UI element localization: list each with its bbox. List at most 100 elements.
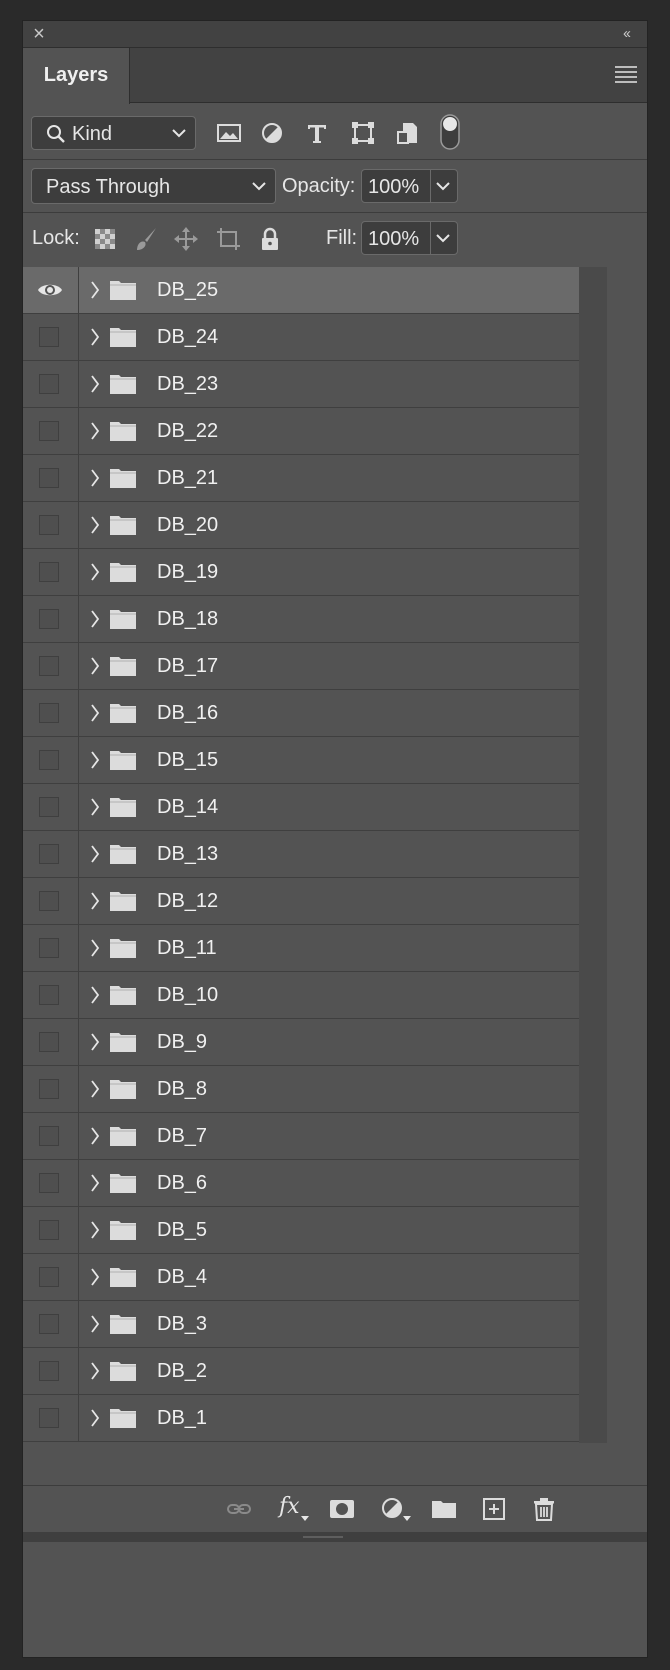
panel-menu-icon[interactable] xyxy=(615,66,637,84)
layer-name[interactable]: DB_25 xyxy=(157,279,218,302)
visibility-toggle[interactable] xyxy=(23,1254,79,1300)
shape-filter-icon[interactable] xyxy=(350,120,376,146)
layer-name[interactable]: DB_9 xyxy=(157,1031,207,1054)
layer-name[interactable]: DB_7 xyxy=(157,1125,207,1148)
adjustment-filter-icon[interactable] xyxy=(259,120,285,146)
visibility-toggle[interactable] xyxy=(23,549,79,595)
expand-group-icon[interactable] xyxy=(89,655,101,682)
layer-row[interactable]: DB_1 xyxy=(23,1395,579,1442)
expand-group-icon[interactable] xyxy=(89,1313,101,1340)
expand-group-icon[interactable] xyxy=(89,1407,101,1434)
layer-name[interactable]: DB_24 xyxy=(157,326,218,349)
layer-name[interactable]: DB_23 xyxy=(157,373,218,396)
lock-all-icon[interactable] xyxy=(257,226,283,252)
layer-name[interactable]: DB_8 xyxy=(157,1078,207,1101)
expand-group-icon[interactable] xyxy=(89,514,101,541)
expand-group-icon[interactable] xyxy=(89,1266,101,1293)
visibility-toggle[interactable] xyxy=(23,737,79,783)
visibility-toggle[interactable] xyxy=(23,596,79,642)
layer-row[interactable]: DB_19 xyxy=(23,549,579,596)
blend-mode-select[interactable]: Pass Through xyxy=(31,168,276,204)
layer-row[interactable]: DB_6 xyxy=(23,1160,579,1207)
expand-group-icon[interactable] xyxy=(89,1172,101,1199)
visibility-toggle[interactable] xyxy=(23,361,79,407)
layer-name[interactable]: DB_17 xyxy=(157,655,218,678)
expand-group-icon[interactable] xyxy=(89,1360,101,1387)
visibility-toggle[interactable] xyxy=(23,502,79,548)
expand-group-icon[interactable] xyxy=(89,984,101,1011)
tab-layers[interactable]: Layers xyxy=(23,48,130,104)
layer-row[interactable]: DB_23 xyxy=(23,361,579,408)
filter-kind-select[interactable]: Kind xyxy=(31,116,196,150)
visibility-toggle[interactable] xyxy=(23,925,79,971)
layer-name[interactable]: DB_13 xyxy=(157,843,218,866)
layers-scrollbar[interactable] xyxy=(579,267,607,1443)
type-filter-icon[interactable] xyxy=(304,120,330,146)
visibility-toggle[interactable] xyxy=(23,972,79,1018)
layer-row[interactable]: DB_8 xyxy=(23,1066,579,1113)
layer-name[interactable]: DB_3 xyxy=(157,1313,207,1336)
layer-name[interactable]: DB_20 xyxy=(157,514,218,537)
expand-group-icon[interactable] xyxy=(89,890,101,917)
layer-style-icon[interactable]: fx xyxy=(277,1492,309,1524)
expand-group-icon[interactable] xyxy=(89,1219,101,1246)
lock-artboard-icon[interactable] xyxy=(215,226,241,252)
visibility-toggle[interactable] xyxy=(23,784,79,830)
layer-name[interactable]: DB_21 xyxy=(157,467,218,490)
layer-name[interactable]: DB_22 xyxy=(157,420,218,443)
visibility-toggle[interactable] xyxy=(23,1301,79,1347)
layer-row[interactable]: DB_24 xyxy=(23,314,579,361)
layer-name[interactable]: DB_14 xyxy=(157,796,218,819)
new-layer-icon[interactable] xyxy=(480,1495,508,1523)
lock-transparent-pixels-icon[interactable] xyxy=(92,226,118,252)
visibility-toggle[interactable] xyxy=(23,408,79,454)
layer-row[interactable]: DB_5 xyxy=(23,1207,579,1254)
visibility-toggle[interactable] xyxy=(23,1066,79,1112)
lock-position-icon[interactable] xyxy=(173,226,199,252)
layer-name[interactable]: DB_12 xyxy=(157,890,218,913)
layer-row[interactable]: DB_14 xyxy=(23,784,579,831)
visibility-toggle[interactable] xyxy=(23,267,79,313)
link-layers-icon[interactable] xyxy=(225,1495,253,1523)
layer-name[interactable]: DB_6 xyxy=(157,1172,207,1195)
layer-row[interactable]: DB_10 xyxy=(23,972,579,1019)
layer-row[interactable]: DB_22 xyxy=(23,408,579,455)
expand-group-icon[interactable] xyxy=(89,608,101,635)
collapse-panel-button[interactable]: ‹‹ xyxy=(615,24,637,44)
visibility-toggle[interactable] xyxy=(23,1113,79,1159)
visibility-toggle[interactable] xyxy=(23,1348,79,1394)
expand-group-icon[interactable] xyxy=(89,561,101,588)
expand-group-icon[interactable] xyxy=(89,937,101,964)
layer-row[interactable]: DB_17 xyxy=(23,643,579,690)
expand-group-icon[interactable] xyxy=(89,279,101,306)
delete-layer-icon[interactable] xyxy=(530,1495,558,1523)
layer-name[interactable]: DB_15 xyxy=(157,749,218,772)
layer-row[interactable]: DB_4 xyxy=(23,1254,579,1301)
visibility-toggle[interactable] xyxy=(23,1160,79,1206)
expand-group-icon[interactable] xyxy=(89,373,101,400)
layer-name[interactable]: DB_2 xyxy=(157,1360,207,1383)
layer-row[interactable]: DB_16 xyxy=(23,690,579,737)
expand-group-icon[interactable] xyxy=(89,1031,101,1058)
layer-name[interactable]: DB_1 xyxy=(157,1407,207,1430)
expand-group-icon[interactable] xyxy=(89,420,101,447)
layer-row[interactable]: DB_2 xyxy=(23,1348,579,1395)
layer-row[interactable]: DB_20 xyxy=(23,502,579,549)
close-panel-button[interactable]: × xyxy=(29,24,49,44)
visibility-toggle[interactable] xyxy=(23,314,79,360)
image-filter-icon[interactable] xyxy=(216,120,242,146)
adjustment-layer-icon[interactable] xyxy=(379,1495,413,1525)
expand-group-icon[interactable] xyxy=(89,749,101,776)
layer-row[interactable]: DB_11 xyxy=(23,925,579,972)
chevron-down-icon[interactable] xyxy=(435,180,451,192)
lock-image-pixels-icon[interactable] xyxy=(133,226,159,252)
expand-group-icon[interactable] xyxy=(89,1078,101,1105)
layer-row[interactable]: DB_9 xyxy=(23,1019,579,1066)
layer-row[interactable]: DB_18 xyxy=(23,596,579,643)
filter-toggle-icon[interactable] xyxy=(439,113,461,151)
opacity-field[interactable]: 100% xyxy=(361,169,458,203)
layer-row[interactable]: DB_7 xyxy=(23,1113,579,1160)
expand-group-icon[interactable] xyxy=(89,1125,101,1152)
layer-name[interactable]: DB_10 xyxy=(157,984,218,1007)
layer-name[interactable]: DB_11 xyxy=(157,937,217,960)
